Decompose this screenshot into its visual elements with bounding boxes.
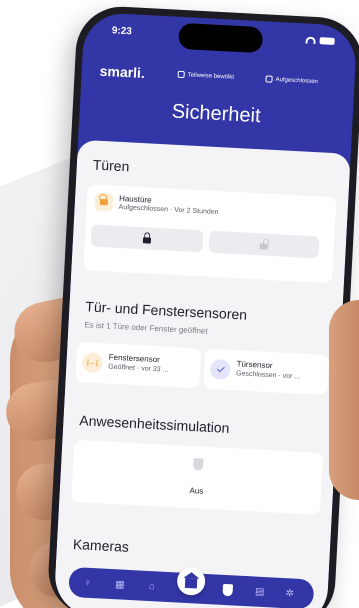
presence-shield-wrap [192, 458, 204, 471]
window-sensor-card[interactable]: |↔| Fenstersensor Geöffnet · vor 33 ... [75, 341, 202, 389]
phone-screen: 9:23 smarli. Teilweise bewölkt Aufgeschl… [53, 11, 358, 608]
sensors-subtitle: Es ist 1 Türe oder Fenster geöffnet [84, 320, 208, 336]
dynamic-island [177, 22, 263, 54]
presence-state: Aus [189, 485, 204, 496]
lightbulb-icon[interactable]: ♀ [81, 575, 96, 590]
door-name: Haustüre [118, 193, 152, 205]
app-brand: smarli. [99, 62, 146, 82]
window-open-icon: |↔| [86, 358, 99, 367]
presence-section-title: Anwesenheitssimulation [79, 412, 230, 436]
page-title: Sicherheit [171, 100, 262, 128]
lock-open-icon [259, 242, 268, 250]
nav-home-button[interactable] [176, 566, 206, 596]
settings-icon[interactable]: ✲ [282, 586, 297, 601]
sensors-section-title: Tür- und Fenstersensoren [84, 298, 248, 323]
lock-open-icon [99, 198, 109, 206]
window-sensor-icon-box: |↔| [81, 352, 103, 374]
door-status: Aufgeschlossen · Vor 2 Stunden [118, 203, 219, 217]
status-time: 9:23 [111, 25, 133, 38]
door-status-icon-box [94, 192, 114, 212]
unlock-door-button[interactable] [208, 230, 320, 259]
store-icon[interactable]: ▦ [113, 577, 128, 592]
door-card[interactable]: Haustüre Aufgeschlossen · Vor 2 Stunden [83, 184, 337, 284]
cameras-section-title: Kameras [72, 535, 130, 555]
presence-card[interactable]: Aus [71, 439, 324, 515]
list-icon[interactable]: ▤ [252, 584, 267, 599]
shield-icon [192, 458, 204, 471]
check-icon [216, 364, 225, 373]
main-content[interactable]: Türen Haustüre Aufgeschlossen · Vor 2 St… [53, 139, 351, 608]
battery-icon [319, 37, 335, 45]
lock-door-button[interactable] [90, 224, 204, 253]
header-status-people-label: Teilweise bewölkt [187, 71, 235, 81]
home-icon [184, 577, 198, 589]
house-outline-icon[interactable]: ⌂ [144, 579, 159, 594]
sensor-status: Geöffnet · vor 33 ... [108, 363, 169, 374]
sensor-status: Geschlossen · vor ... [235, 370, 301, 381]
header-status-lock: Aufgeschlossen [265, 75, 318, 85]
door-sensor-card[interactable]: Türsensor Geschlossen · vor ... [203, 348, 330, 396]
sensor-name: Türsensor [236, 359, 273, 371]
shield-shape [222, 583, 234, 597]
header-status-people: Teilweise bewölkt [177, 70, 235, 81]
status-icons [305, 36, 335, 45]
lock-icon [265, 75, 273, 83]
header-status-lock-label: Aufgeschlossen [275, 76, 319, 85]
shield-icon[interactable] [220, 583, 235, 598]
people-icon [177, 70, 185, 79]
door-sensor-icon-box [209, 358, 231, 380]
phone-frame: 9:23 smarli. Teilweise bewölkt Aufgeschl… [46, 4, 359, 608]
lock-closed-icon [142, 236, 152, 244]
thumb [329, 300, 359, 500]
wifi-icon [305, 36, 316, 44]
doors-section-title: Türen [92, 156, 130, 175]
sensor-name: Fenstersensor [108, 352, 161, 365]
